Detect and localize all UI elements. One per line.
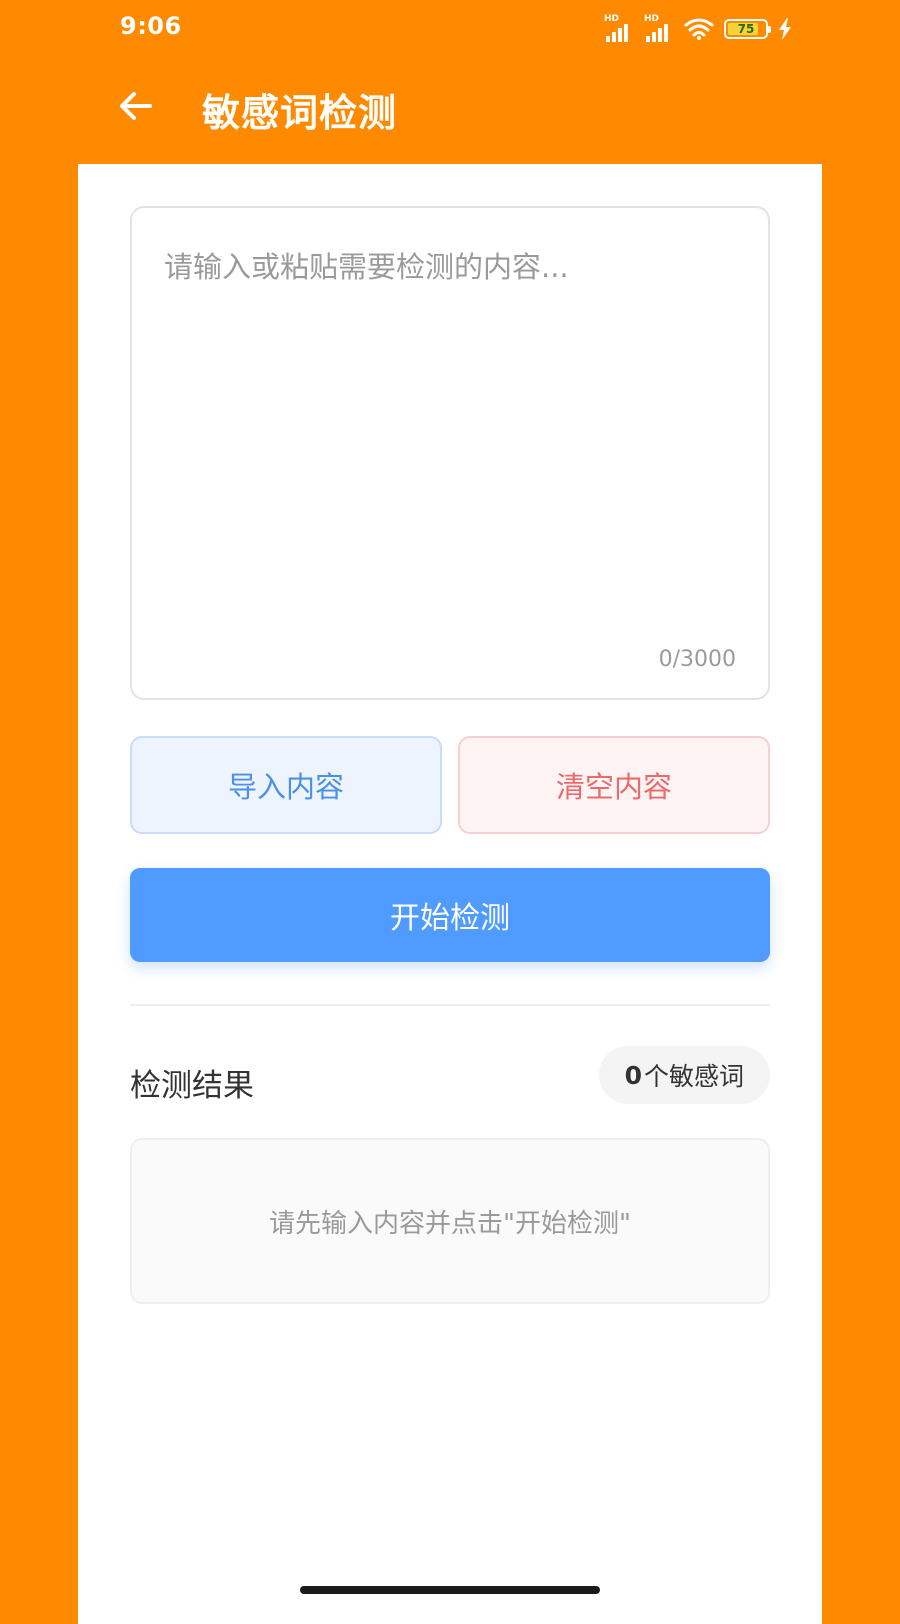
- action-row: 导入内容 清空内容: [130, 736, 770, 834]
- section-divider: [130, 1004, 770, 1006]
- battery-icon: 75: [724, 19, 771, 39]
- result-title: 检测结果: [130, 1068, 254, 1104]
- content-input[interactable]: [132, 208, 768, 698]
- arrow-left-icon: [120, 92, 152, 120]
- back-button[interactable]: [108, 78, 164, 134]
- cellular-signal-icon: HD: [644, 14, 674, 42]
- sensitive-count-badge: 0 个敏感词: [598, 1046, 770, 1104]
- status-icons: HD HD 75: [604, 14, 792, 44]
- content-card: 0/3000 导入内容 清空内容 开始检测 检测结果 0 个敏感词 请先输入内容…: [78, 164, 822, 1624]
- signal-hd-label: HD: [644, 14, 660, 24]
- charging-bolt-icon: [779, 18, 791, 40]
- result-empty-state: 请先输入内容并点击"开始检测": [130, 1138, 770, 1304]
- battery-level: 75: [737, 22, 755, 36]
- signal-hd-label: HD: [604, 14, 620, 24]
- sensitive-count-suffix: 个敏感词: [643, 1062, 744, 1091]
- char-count: 0/3000: [658, 647, 736, 672]
- app-bar: 敏感词检测: [0, 60, 900, 160]
- sensitive-count: 0: [624, 1060, 642, 1090]
- start-detection-button[interactable]: 开始检测: [130, 868, 770, 962]
- wifi-icon: [684, 18, 714, 40]
- home-indicator[interactable]: [300, 1586, 600, 1594]
- status-time: 9:06: [120, 12, 182, 40]
- page-title: 敏感词检测: [202, 91, 398, 135]
- content-input-box: 0/3000: [130, 206, 770, 700]
- status-bar: 9:06 HD HD 75: [0, 0, 900, 56]
- cellular-signal-icon: HD: [604, 14, 634, 42]
- import-content-button[interactable]: 导入内容: [130, 736, 442, 834]
- clear-content-button[interactable]: 清空内容: [458, 736, 770, 834]
